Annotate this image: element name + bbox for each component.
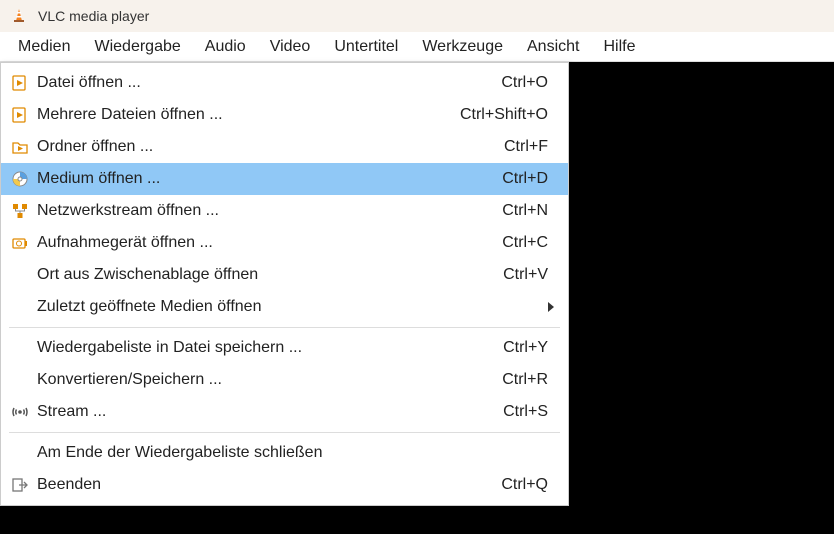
menu-item-netzwerkstream-öffnen[interactable]: Netzwerkstream öffnen ... Ctrl+N [1, 195, 568, 227]
stream-icon [9, 401, 31, 423]
menu-bar: MedienWiedergabeAudioVideoUntertitelWerk… [0, 32, 834, 62]
menubar-item-hilfe[interactable]: Hilfe [591, 32, 647, 61]
disc-icon [9, 168, 31, 190]
menubar-item-audio[interactable]: Audio [193, 32, 258, 61]
menubar-item-video[interactable]: Video [258, 32, 323, 61]
menubar-item-wiedergabe[interactable]: Wiedergabe [82, 32, 192, 61]
menubar-item-werkzeuge[interactable]: Werkzeuge [410, 32, 515, 61]
menu-item-shortcut: Ctrl+C [502, 234, 558, 252]
window-title: VLC media player [38, 8, 149, 24]
medien-menu-dropdown: Datei öffnen ... Ctrl+O Mehrere Dateien öf… [0, 62, 569, 506]
exit-icon [9, 474, 31, 496]
menu-item-datei-öffnen[interactable]: Datei öffnen ... Ctrl+O [1, 67, 568, 99]
menu-item-shortcut: Ctrl+F [504, 138, 558, 156]
blank-icon [9, 264, 31, 286]
menu-item-label: Zuletzt geöffnete Medien öffnen [37, 298, 542, 316]
menu-item-medium-öffnen[interactable]: Medium öffnen ... Ctrl+D [1, 163, 568, 195]
menubar-item-ansicht[interactable]: Ansicht [515, 32, 591, 61]
blank-icon [9, 369, 31, 391]
folder-play-icon [9, 136, 31, 158]
menu-item-mehrere-dateien-öffnen[interactable]: Mehrere Dateien öffnen ... Ctrl+Shift+O [1, 99, 568, 131]
file-play-icon [9, 104, 31, 126]
menu-item-label: Ort aus Zwischenablage öffnen [37, 266, 497, 284]
blank-icon [9, 296, 31, 318]
title-bar: VLC media player [0, 0, 834, 32]
menu-item-label: Aufnahmegerät öffnen ... [37, 234, 496, 252]
menu-item-stream[interactable]: Stream ... Ctrl+S [1, 396, 568, 428]
menu-item-label: Medium öffnen ... [37, 170, 496, 188]
menu-item-shortcut: Ctrl+Shift+O [460, 106, 558, 124]
network-icon [9, 200, 31, 222]
menu-item-label: Netzwerkstream öffnen ... [37, 202, 496, 220]
menu-item-ordner-öffnen[interactable]: Ordner öffnen ... Ctrl+F [1, 131, 568, 163]
blank-icon [9, 337, 31, 359]
menubar-item-medien[interactable]: Medien [6, 32, 82, 61]
menu-item-shortcut: Ctrl+O [501, 74, 558, 92]
capture-icon [9, 232, 31, 254]
vlc-cone-icon [8, 5, 30, 27]
menu-item-ort-aus-zwischenablage-öffnen[interactable]: Ort aus Zwischenablage öffnen Ctrl+V [1, 259, 568, 291]
menu-separator [9, 432, 560, 433]
menu-item-shortcut: Ctrl+D [502, 170, 558, 188]
menu-item-label: Wiedergabeliste in Datei speichern ... [37, 339, 497, 357]
menu-item-shortcut: Ctrl+V [503, 266, 558, 284]
menubar-item-untertitel[interactable]: Untertitel [322, 32, 410, 61]
menu-item-shortcut: Ctrl+Y [503, 339, 558, 357]
menu-item-label: Konvertieren/Speichern ... [37, 371, 496, 389]
menu-item-beenden[interactable]: Beenden Ctrl+Q [1, 469, 568, 501]
menu-item-label: Am Ende der Wiedergabeliste schließen [37, 444, 558, 462]
menu-item-shortcut: Ctrl+R [502, 371, 558, 389]
menu-item-wiedergabeliste-in-datei-speichern[interactable]: Wiedergabeliste in Datei speichern ... Ct… [1, 332, 568, 364]
menu-item-label: Datei öffnen ... [37, 74, 495, 92]
menu-item-zuletzt-geöffnete-medien-öffnen[interactable]: Zuletzt geöffnete Medien öffnen [1, 291, 568, 323]
menu-item-shortcut: Ctrl+N [502, 202, 558, 220]
blank-icon [9, 442, 31, 464]
menu-item-label: Mehrere Dateien öffnen ... [37, 106, 454, 124]
menu-separator [9, 327, 560, 328]
menu-item-label: Ordner öffnen ... [37, 138, 498, 156]
menu-item-shortcut: Ctrl+Q [501, 476, 558, 494]
file-play-icon [9, 72, 31, 94]
menu-item-konvertieren-speichern[interactable]: Konvertieren/Speichern ... Ctrl+R [1, 364, 568, 396]
menu-item-label: Stream ... [37, 403, 497, 421]
menu-item-shortcut: Ctrl+S [503, 403, 558, 421]
submenu-arrow-icon [548, 302, 554, 312]
menu-item-label: Beenden [37, 476, 495, 494]
menu-item-aufnahmegerät-öffnen[interactable]: Aufnahmegerät öffnen ... Ctrl+C [1, 227, 568, 259]
menu-item-am-ende-der-wiedergabeliste-schließen[interactable]: Am Ende der Wiedergabeliste schließen [1, 437, 568, 469]
